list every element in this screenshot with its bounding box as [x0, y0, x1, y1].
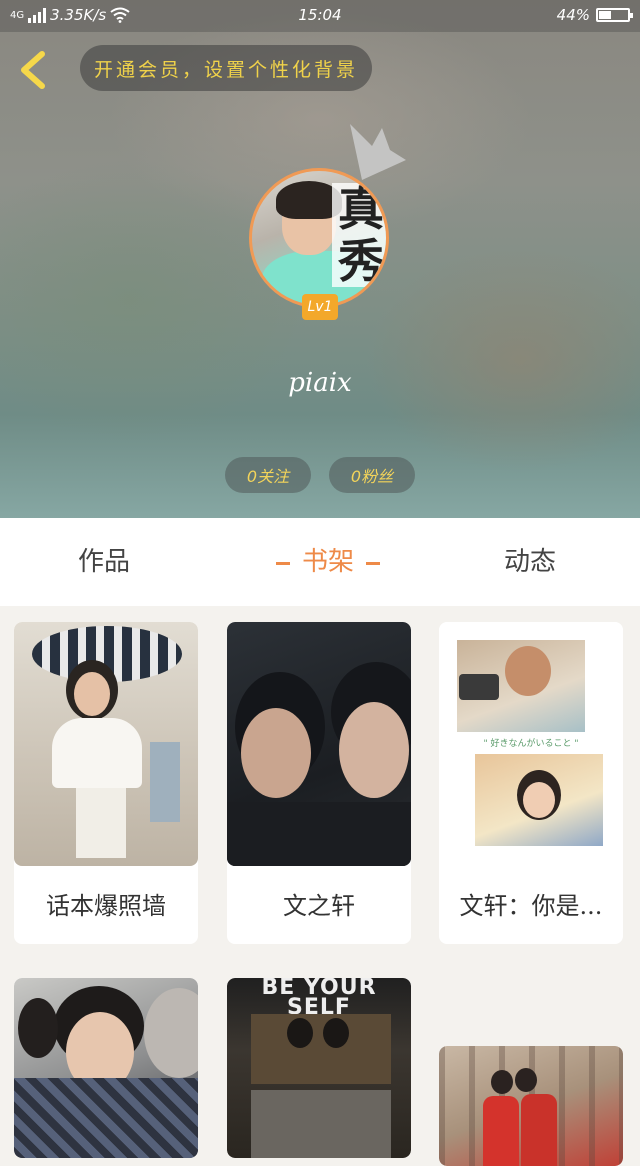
avatar-caption: 真秀	[332, 183, 386, 287]
fans-count: 0粉丝	[350, 467, 394, 486]
vip-banner-text: 开通会员，设置个性化背景	[93, 58, 358, 81]
tab-works[interactable]: 作品	[78, 518, 130, 606]
book-cover	[439, 1046, 623, 1166]
level-badge: Lv1	[302, 294, 338, 320]
book-card[interactable]	[14, 978, 198, 1158]
book-card[interactable]: 话本爆照墙	[14, 622, 198, 944]
profile-header: 4G 3.35K/s 15:04 44% 开通会员，设置个性化背景 真秀 Lv1…	[0, 0, 640, 518]
book-cover	[14, 978, 198, 1158]
fans-count-button[interactable]: 0粉丝	[329, 457, 415, 493]
book-card[interactable]: BE YOUR SELF	[227, 978, 411, 1158]
tab-feed[interactable]: 动态	[504, 518, 556, 606]
book-cover: BE YOUR SELF	[227, 978, 411, 1158]
battery-percent: 44%	[556, 6, 590, 24]
status-bar: 4G 3.35K/s 15:04 44%	[0, 0, 640, 32]
book-card[interactable]: 文之轩	[227, 622, 411, 944]
book-card[interactable]: " 好きなんがいること " 文轩：你是...	[439, 622, 623, 944]
back-button[interactable]	[14, 48, 54, 92]
book-title: 文之轩	[283, 892, 355, 920]
following-count: 0关注	[246, 467, 290, 486]
clock: 15:04	[298, 6, 342, 24]
battery-icon	[596, 8, 633, 22]
book-card[interactable]	[439, 1046, 623, 1166]
book-title: 文轩：你是...	[459, 892, 603, 920]
username: piaix	[288, 368, 352, 398]
book-cover	[14, 622, 198, 866]
profile-tabs: 作品 书架 动态	[0, 518, 640, 606]
chevron-left-icon	[21, 51, 45, 89]
following-count-button[interactable]: 0关注	[225, 457, 311, 493]
tab-active-indicator-left	[276, 561, 290, 565]
book-cover	[227, 622, 411, 866]
tab-active-indicator-right	[366, 561, 381, 565]
cover-banner-text: BE YOUR SELF	[261, 978, 377, 1020]
avatar[interactable]: 真秀	[249, 168, 389, 308]
vip-background-banner[interactable]: 开通会员，设置个性化背景	[80, 45, 372, 91]
tab-bookshelf-label: 书架	[302, 547, 355, 577]
book-title: 话本爆照墙	[46, 892, 166, 920]
crown-icon	[350, 124, 406, 180]
tab-bookshelf[interactable]: 书架	[264, 518, 392, 606]
book-cover: " 好きなんがいること "	[439, 622, 623, 866]
cover-caption: " 好きなんがいること "	[483, 739, 579, 749]
